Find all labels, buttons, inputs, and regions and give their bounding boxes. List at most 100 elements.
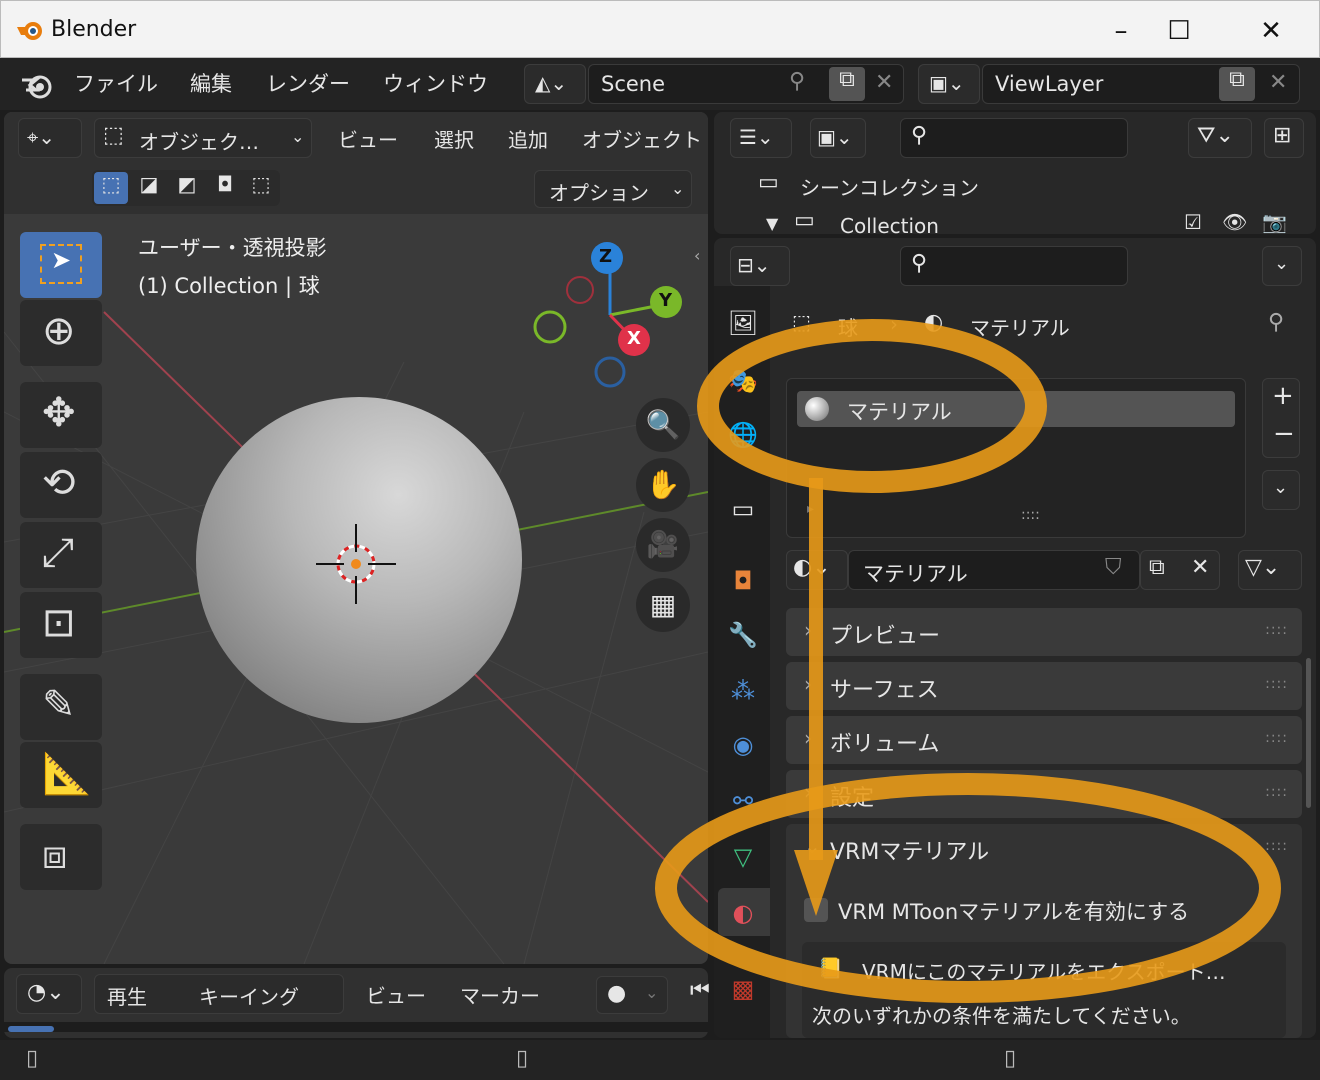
render-tab-icon[interactable]: 🖼 [726, 306, 760, 340]
scene-selector-button[interactable]: ◭⌄ [524, 64, 586, 104]
panel-settings[interactable]: › 設定 :::: [786, 770, 1302, 818]
delete-scene-icon[interactable]: ✕ [875, 70, 893, 95]
material-slot-item[interactable]: マテリアル [797, 391, 1235, 427]
panel-grip[interactable]: :::: [1265, 784, 1288, 800]
properties-scrollbar[interactable] [1306, 658, 1311, 808]
texture-tab-icon[interactable]: ▩ [726, 972, 760, 1006]
timeline-keying-menu[interactable]: キーイング [199, 981, 299, 1010]
data-tab-icon[interactable]: ▽ [726, 840, 760, 874]
timeline-view-menu[interactable]: ビュー [366, 980, 426, 1009]
3d-viewport[interactable]: ⌖⌄ ⬚ オブジェク… ⌄ ビュー 選択 追加 オブジェクト ⬚ ◪ ◩ ◘ ⬚… [4, 112, 708, 964]
select-intersect-icon[interactable]: ⬚ [244, 172, 278, 204]
slot-specials-button[interactable]: ⌄ [1262, 470, 1300, 510]
minimize-button[interactable]: – [1101, 11, 1141, 51]
add-cube-tool[interactable]: ⧈ [20, 824, 102, 890]
enable-mtoon-checkbox[interactable] [804, 898, 828, 922]
unlink-material-icon[interactable]: ✕ [1191, 555, 1209, 580]
rotate-tool[interactable]: ⟲ [20, 452, 102, 518]
close-window-button[interactable]: ✕ [1251, 11, 1291, 51]
panel-surface[interactable]: › サーフェス :::: [786, 662, 1302, 710]
pan-hand-icon[interactable]: ✋ [636, 458, 690, 512]
filter-button[interactable]: ⛛⌄ [1188, 118, 1252, 158]
viewport-menu-view[interactable]: ビュー [338, 124, 398, 153]
fake-user-shield-icon[interactable]: ⛉ [1105, 555, 1122, 580]
render-camera-icon[interactable]: 📷 [1262, 210, 1287, 234]
select-new-icon[interactable]: ⬚ [94, 172, 128, 204]
select-subtract-icon[interactable]: ◩ [170, 172, 204, 204]
slot-expand-icon[interactable]: ▸ [807, 501, 814, 517]
menu-edit[interactable]: 編集 [190, 68, 232, 98]
viewport-menu-add[interactable]: 追加 [508, 124, 548, 153]
add-slot-icon[interactable]: + [1272, 381, 1294, 411]
panel-volume[interactable]: › ボリューム :::: [786, 716, 1302, 764]
enable-mtoon-label[interactable]: VRM MToonマテリアルを有効にする [838, 896, 1189, 926]
move-tool[interactable]: ✥ [20, 382, 102, 448]
material-tab-icon[interactable]: ◐ [726, 896, 760, 930]
scale-tool[interactable]: ⤢ [20, 522, 102, 588]
outliner-editor-type-button[interactable]: ☰⌄ [730, 118, 792, 158]
mode-dropdown[interactable]: ⬚ オブジェク… ⌄ [94, 118, 312, 158]
scene-field[interactable]: Scene ⚲ ⧉ ✕ [588, 64, 904, 104]
collection-tab-icon[interactable]: ▭ [726, 492, 760, 526]
particles-tab-icon[interactable]: ⁂ [726, 674, 760, 708]
timeline-scrubber[interactable] [4, 1022, 708, 1032]
current-frame-indicator[interactable] [8, 1026, 54, 1032]
properties-search-input[interactable]: ⚲ [900, 246, 1128, 286]
new-collection-button[interactable]: ⊞ [1264, 118, 1304, 158]
viewlayer-field[interactable]: ViewLayer ⧉ ✕ [982, 64, 1300, 104]
properties-editor-type-button[interactable]: ⊟⌄ [730, 246, 790, 286]
exclude-checkbox-icon[interactable]: ☑ [1184, 210, 1202, 234]
pin-icon[interactable]: ⚲ [1268, 310, 1284, 335]
new-viewlayer-icon[interactable]: ⧉ [1219, 67, 1255, 101]
jump-start-icon[interactable]: ⏮ [690, 978, 710, 1003]
list-resize-grip[interactable]: :::: [1021, 507, 1040, 523]
sidebar-toggle-icon[interactable]: ‹ [694, 246, 700, 265]
timeline-marker-menu[interactable]: マーカー [460, 980, 540, 1009]
material-name-field[interactable]: マテリアル ⛉ [848, 550, 1140, 590]
timeline-editor-type-button[interactable]: ◔⌄ [16, 974, 82, 1014]
display-mode-button[interactable]: ▣⌄ [810, 118, 866, 158]
select-invert-icon[interactable]: ◘ [208, 172, 242, 204]
physics-tab-icon[interactable]: ◉ [726, 728, 760, 762]
menu-file[interactable]: ファイル [74, 68, 158, 98]
annotate-tool[interactable]: ✎ [20, 674, 102, 740]
outliner-search-input[interactable]: ⚲ [900, 118, 1128, 158]
world-tab-icon[interactable]: 🌐 [726, 418, 760, 452]
panel-grip[interactable]: :::: [1265, 838, 1288, 854]
panel-preview[interactable]: › プレビュー :::: [786, 608, 1302, 656]
editor-type-button[interactable]: ⌖⌄ [18, 118, 82, 158]
select-box-tool[interactable]: ➤ [20, 232, 102, 298]
camera-view-icon[interactable]: 🎥 [636, 518, 690, 572]
collection-label[interactable]: Collection [840, 214, 939, 234]
chevron-down-icon[interactable]: ⌄ [804, 834, 821, 858]
delete-viewlayer-icon[interactable]: ✕ [1269, 70, 1287, 95]
panel-grip[interactable]: :::: [1265, 676, 1288, 692]
viewport-menu-object[interactable]: オブジェクト [582, 124, 702, 153]
new-scene-icon[interactable]: ⧉ [829, 67, 865, 101]
browse-material-button[interactable]: ◐⌄ [786, 550, 848, 590]
record-button[interactable]: ● ⌄ [596, 976, 668, 1014]
pin-icon[interactable]: ⚲ [789, 69, 805, 94]
visibility-eye-icon[interactable]: 👁 [1222, 210, 1247, 234]
panel-vrm-label[interactable]: VRMマテリアル [830, 834, 989, 866]
panel-grip[interactable]: :::: [1265, 730, 1288, 746]
remove-slot-icon[interactable]: − [1273, 419, 1295, 449]
constraints-tab-icon[interactable]: ⚯ [726, 784, 760, 818]
blender-menu-icon[interactable] [20, 70, 54, 100]
panel-grip[interactable]: :::: [1265, 622, 1288, 638]
properties-options-button[interactable]: ⌄ [1262, 246, 1302, 286]
link-type-button[interactable]: ▽⌄ [1238, 550, 1302, 590]
modifier-wrench-icon[interactable]: 🔧 [726, 618, 760, 652]
expand-arrow-icon[interactable]: ▼ [766, 214, 778, 233]
duplicate-material-icon[interactable]: ⧉ [1149, 555, 1165, 580]
viewport-menu-select[interactable]: 選択 [434, 124, 474, 153]
scene-tab-icon[interactable]: 🎭 [726, 364, 760, 398]
maximize-button[interactable]: ☐ [1159, 11, 1199, 51]
options-dropdown[interactable]: オプション ⌄ [534, 170, 692, 208]
menu-render[interactable]: レンダー [266, 68, 350, 98]
measure-tool[interactable]: 📐 [20, 742, 102, 808]
select-extend-icon[interactable]: ◪ [132, 172, 166, 204]
transform-tool[interactable]: ⊡ [20, 592, 102, 658]
menu-window[interactable]: ウィンドウ [383, 68, 488, 98]
timeline-playback-menu[interactable]: 再生 [107, 981, 147, 1010]
